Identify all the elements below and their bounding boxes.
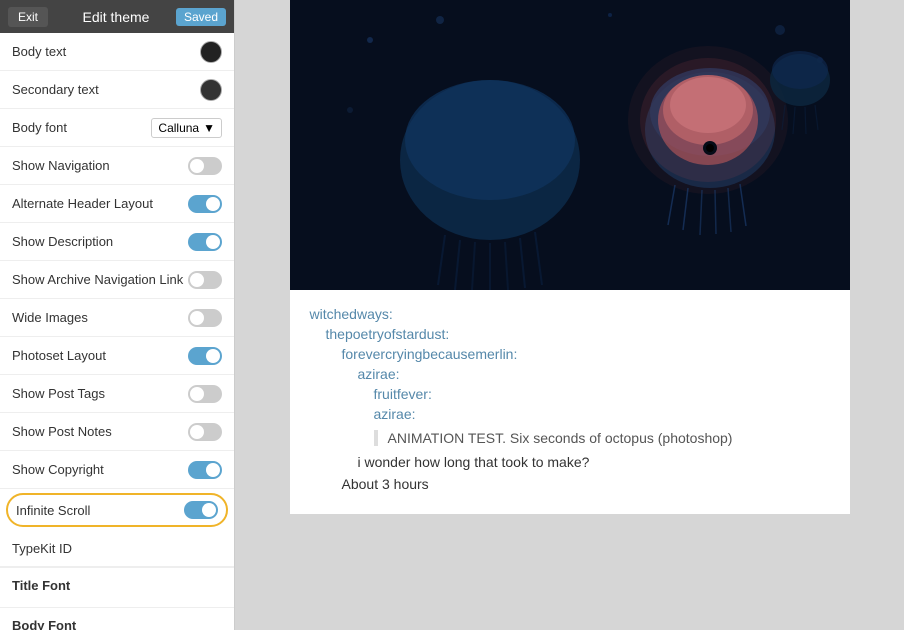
exit-button[interactable]: Exit xyxy=(8,7,48,27)
blog-line-4: azirae: xyxy=(310,366,830,382)
show-navigation-row: Show Navigation xyxy=(0,147,234,185)
blog-text: witchedways: thepoetryofstardust: foreve… xyxy=(290,290,850,514)
secondary-text-color[interactable] xyxy=(200,79,222,101)
show-post-tags-label: Show Post Tags xyxy=(12,386,105,401)
blog-line-1: witchedways: xyxy=(310,306,830,322)
typekit-id-row: TypeKit ID xyxy=(0,531,234,567)
photoset-layout-label: Photoset Layout xyxy=(12,348,106,363)
show-post-tags-toggle[interactable] xyxy=(188,385,222,403)
wide-images-label: Wide Images xyxy=(12,310,88,325)
title-font-label: Title Font xyxy=(12,578,222,593)
sidebar-title: Edit theme xyxy=(56,9,176,25)
show-archive-nav-row: Show Archive Navigation Link xyxy=(0,261,234,299)
title-font-section: Title Font xyxy=(0,567,234,607)
show-post-notes-label: Show Post Notes xyxy=(12,424,112,439)
show-description-row: Show Description xyxy=(0,223,234,261)
blog-quoted-text: ANIMATION TEST. Six seconds of octopus (… xyxy=(374,430,830,446)
body-font-row: Body font Calluna ▼ xyxy=(0,109,234,147)
wide-images-toggle[interactable] xyxy=(188,309,222,327)
blog-line-6: azirae: xyxy=(310,406,830,422)
show-navigation-label: Show Navigation xyxy=(12,158,110,173)
body-text-label: Body text xyxy=(12,44,66,59)
alternate-header-layout-toggle[interactable] xyxy=(188,195,222,213)
blog-line-5: fruitfever: xyxy=(310,386,830,402)
show-archive-nav-label: Show Archive Navigation Link xyxy=(12,272,183,287)
show-description-toggle[interactable] xyxy=(188,233,222,251)
photoset-layout-toggle[interactable] xyxy=(188,347,222,365)
show-navigation-toggle[interactable] xyxy=(188,157,222,175)
show-post-notes-row: Show Post Notes xyxy=(0,413,234,451)
body-font-dropdown[interactable]: Calluna ▼ xyxy=(151,118,222,138)
secondary-text-label: Secondary text xyxy=(12,82,99,97)
main-content: witchedways: thepoetryofstardust: foreve… xyxy=(235,0,904,630)
blog-line-9: About 3 hours xyxy=(310,476,830,492)
blog-line-3: forevercryingbecausemerlin: xyxy=(310,346,830,362)
blog-line-2: thepoetryofstardust: xyxy=(310,326,830,342)
sidebar: Exit Edit theme Saved Body text Secondar… xyxy=(0,0,235,630)
saved-badge: Saved xyxy=(176,8,226,26)
blog-image xyxy=(290,0,850,290)
infinite-scroll-row: Infinite Scroll xyxy=(6,493,228,527)
body-font-section: Body Font xyxy=(0,607,234,630)
infinite-scroll-label: Infinite Scroll xyxy=(16,503,90,518)
secondary-text-row: Secondary text xyxy=(0,71,234,109)
body-text-row: Body text xyxy=(0,33,234,71)
alternate-header-layout-label: Alternate Header Layout xyxy=(12,196,153,211)
content-area: witchedways: thepoetryofstardust: foreve… xyxy=(290,0,850,514)
show-copyright-label: Show Copyright xyxy=(12,462,104,477)
body-font-section-label: Body Font xyxy=(12,618,222,630)
wide-images-row: Wide Images xyxy=(0,299,234,337)
photoset-layout-row: Photoset Layout xyxy=(0,337,234,375)
jellyfish-svg xyxy=(290,0,850,290)
sidebar-header: Exit Edit theme Saved xyxy=(0,0,234,33)
show-post-notes-toggle[interactable] xyxy=(188,423,222,441)
show-copyright-toggle[interactable] xyxy=(188,461,222,479)
show-post-tags-row: Show Post Tags xyxy=(0,375,234,413)
infinite-scroll-toggle[interactable] xyxy=(184,501,218,519)
typekit-id-label: TypeKit ID xyxy=(12,541,72,556)
body-text-color[interactable] xyxy=(200,41,222,63)
body-font-label: Body font xyxy=(12,120,67,135)
show-archive-nav-toggle[interactable] xyxy=(188,271,222,289)
show-description-label: Show Description xyxy=(12,234,113,249)
blog-line-8: i wonder how long that took to make? xyxy=(310,454,830,470)
show-copyright-row: Show Copyright xyxy=(0,451,234,489)
alternate-header-layout-row: Alternate Header Layout xyxy=(0,185,234,223)
